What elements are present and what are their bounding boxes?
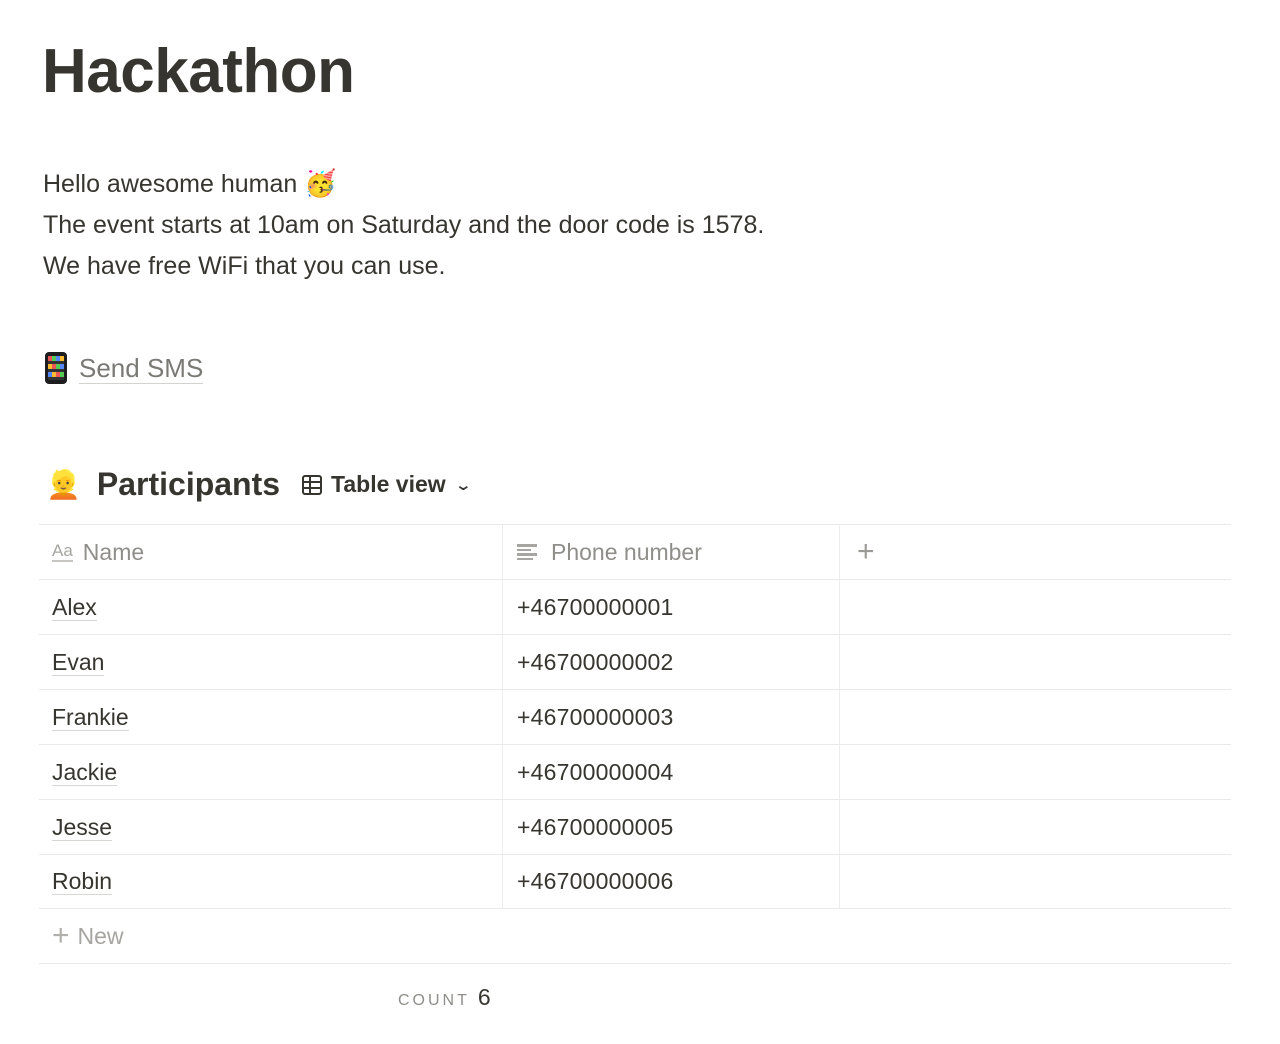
count-value: 6 [477,984,491,1010]
mobile-phone-icon [45,352,67,384]
empty-cell[interactable] [840,690,1231,744]
empty-cell[interactable] [840,635,1231,689]
add-column-cell: + [840,525,1231,579]
phone-cell[interactable]: +46700000006 [503,855,840,908]
chevron-down-icon: ⌄ [454,476,472,494]
table-icon [302,474,323,495]
row-name[interactable]: Jackie [52,759,118,786]
participants-table: Aa Name Phone number + Alex +46700000001… [39,524,1231,964]
empty-cell[interactable] [840,800,1231,854]
table-row[interactable]: Jesse +46700000005 [39,799,1231,854]
phone-cell[interactable]: +46700000002 [503,635,840,689]
person-emoji-icon: 👱 [46,469,81,500]
database-title[interactable]: Participants [97,466,280,503]
intro-text: Hello awesome human 🥳 The event starts a… [43,164,764,287]
greeting-text: Hello awesome human [43,170,298,198]
name-cell[interactable]: Robin [39,855,503,908]
name-cell[interactable]: Jackie [39,745,503,799]
plus-icon[interactable]: + [853,535,875,569]
count-label: COUNT [398,992,470,1009]
greeting-line: Hello awesome human 🥳 [43,164,764,205]
view-label: Table view [331,471,446,497]
phone-cell[interactable]: +46700000003 [503,690,840,744]
text-property-icon [517,544,537,560]
send-sms-link[interactable]: Send SMS [45,352,204,384]
send-sms-label: Send SMS [79,352,204,384]
table-row[interactable]: Alex +46700000001 [39,579,1231,634]
row-phone: +46700000004 [517,758,674,785]
new-row-label: New [77,922,124,949]
row-name[interactable]: Evan [52,649,105,676]
title-property-icon: Aa [52,541,73,562]
table-row[interactable]: Frankie +46700000003 [39,689,1231,744]
column-header-phone[interactable]: Phone number [503,525,840,579]
row-name[interactable]: Frankie [52,704,129,731]
column-label: Name [82,538,145,565]
row-phone: +46700000002 [517,648,674,675]
row-phone: +46700000003 [517,703,674,730]
table-row[interactable]: Jackie +46700000004 [39,744,1231,799]
table-header-row: Aa Name Phone number + [39,524,1231,579]
name-cell[interactable]: Jesse [39,800,503,854]
phone-cell[interactable]: +46700000005 [503,800,840,854]
column-header-name[interactable]: Aa Name [39,525,503,579]
empty-cell[interactable] [840,855,1231,908]
count-summary[interactable]: COUNT 6 [398,984,491,1011]
empty-cell[interactable] [840,580,1231,634]
row-phone: +46700000001 [517,593,674,620]
row-name[interactable]: Robin [52,868,113,895]
table-view-button[interactable]: Table view ⌄ [302,471,472,498]
row-name[interactable]: Alex [52,594,97,621]
row-phone: +46700000005 [517,813,674,840]
event-info-line: The event starts at 10am on Saturday and… [43,211,765,239]
table-row[interactable]: Evan +46700000002 [39,634,1231,689]
database-header: 👱 Participants Table view ⌄ [46,466,472,503]
name-cell[interactable]: Frankie [39,690,503,744]
column-label: Phone number [551,538,702,565]
table-row[interactable]: Robin +46700000006 [39,854,1231,909]
name-cell[interactable]: Evan [39,635,503,689]
row-phone: +46700000006 [517,868,674,894]
empty-cell[interactable] [840,745,1231,799]
name-cell[interactable]: Alex [39,580,503,634]
phone-cell[interactable]: +46700000004 [503,745,840,799]
new-row-button[interactable]: + New [39,909,1231,964]
row-name[interactable]: Jesse [52,814,113,841]
plus-icon: + [52,919,70,952]
wifi-info-line: We have free WiFi that you can use. [43,252,446,280]
partying-face-icon: 🥳 [304,169,337,199]
page-title: Hackathon [42,37,355,106]
phone-cell[interactable]: +46700000001 [503,580,840,634]
